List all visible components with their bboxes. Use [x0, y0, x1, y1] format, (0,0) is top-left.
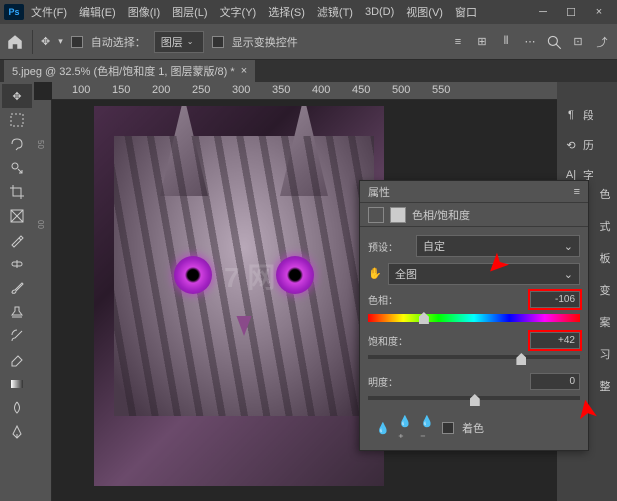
menu-select[interactable]: 选择(S)	[263, 4, 310, 20]
right-strip: 色 式 板 变 案 习 整	[593, 82, 617, 501]
eraser-tool[interactable]	[2, 348, 32, 372]
menu-image[interactable]: 图像(I)	[123, 4, 165, 20]
menu-bar: Ps 文件(F) 编辑(E) 图像(I) 图层(L) 文字(Y) 选择(S) 滤…	[0, 0, 617, 24]
saturation-label: 饱和度：	[368, 333, 410, 348]
canvas-image[interactable]: 7 网	[94, 106, 384, 486]
crop-tool[interactable]	[2, 180, 32, 204]
share-icon[interactable]: ⤴	[593, 33, 611, 51]
pen-tool[interactable]	[2, 420, 32, 444]
saturation-slider[interactable]	[368, 355, 580, 365]
strip-item[interactable]: 案	[600, 310, 611, 334]
menu-edit[interactable]: 编辑(E)	[74, 4, 121, 20]
options-bar: ✥ ▾ 自动选择： 图层⌄ 显示变换控件 ≡ ⊞ ⫴ ⋯ ⊡ ⤴	[0, 24, 617, 60]
adjustment-header: 色相/饱和度	[360, 203, 588, 227]
preset-label: 预设：	[368, 239, 410, 254]
watermark: 7 网	[224, 256, 275, 296]
mask-icon	[390, 207, 406, 223]
frame-tool[interactable]	[2, 204, 32, 228]
lightness-input[interactable]: 0	[530, 373, 580, 390]
brush-tool[interactable]	[2, 276, 32, 300]
stamp-tool[interactable]	[2, 300, 32, 324]
move-tool[interactable]: ✥	[2, 84, 32, 108]
move-tool-icon: ✥	[41, 35, 50, 48]
align-icon[interactable]: ≡	[449, 33, 467, 51]
properties-panel: 属性 ≡ 色相/饱和度 预设： 自定⌄ ✋ 全图⌄ 色相： -106 饱和度：	[359, 180, 589, 451]
colorize-label: 着色	[462, 420, 484, 436]
minimize-button[interactable]: ─	[533, 4, 553, 20]
blur-tool[interactable]	[2, 396, 32, 420]
search-icon[interactable]	[545, 33, 563, 51]
arrange-icon[interactable]: ⊞	[473, 33, 491, 51]
lasso-tool[interactable]	[2, 132, 32, 156]
lightness-slider[interactable]	[368, 396, 580, 406]
adjustment-name: 色相/饱和度	[412, 207, 470, 223]
hand-icon[interactable]: ✋	[368, 267, 382, 281]
healing-tool[interactable]	[2, 252, 32, 276]
marquee-tool[interactable]	[2, 108, 32, 132]
ruler-vertical: 50 00	[34, 100, 52, 501]
toolbox: ✥	[0, 82, 34, 501]
strip-item[interactable]: 色	[600, 182, 611, 206]
strip-item[interactable]: 变	[600, 278, 611, 302]
menu-filter[interactable]: 滤镜(T)	[312, 4, 358, 20]
strip-item[interactable]: 整	[600, 374, 611, 398]
maximize-button[interactable]: ☐	[561, 4, 581, 20]
hue-slider[interactable]	[368, 314, 580, 324]
hue-label: 色相：	[368, 292, 410, 307]
menu-window[interactable]: 窗口	[450, 4, 482, 20]
auto-select-checkbox[interactable]	[71, 36, 83, 48]
lightness-label: 明度：	[368, 374, 410, 389]
tab-close-icon[interactable]: ×	[241, 65, 247, 77]
menu-layer[interactable]: 图层(L)	[167, 4, 212, 20]
strip-item[interactable]: 板	[600, 246, 611, 270]
distribute-icon[interactable]: ⫴	[497, 33, 515, 51]
strip-item[interactable]: 习	[600, 342, 611, 366]
ps-logo: Ps	[4, 4, 24, 20]
more-icon[interactable]: ⋯	[521, 33, 539, 51]
hue-input[interactable]: -106	[530, 291, 580, 308]
history-icon: ⟲	[563, 137, 579, 153]
menu-type[interactable]: 文字(Y)	[215, 4, 262, 20]
strip-item[interactable]: 式	[600, 214, 611, 238]
document-tabs: 5.jpeg @ 32.5% (色相/饱和度 1, 图层蒙版/8) * ×	[0, 60, 617, 82]
tab-title: 5.jpeg @ 32.5% (色相/饱和度 1, 图层蒙版/8) *	[12, 63, 235, 79]
eyedropper-add-icon[interactable]: 💧₊	[398, 421, 412, 435]
layer-dropdown[interactable]: 图层⌄	[154, 31, 204, 53]
home-icon[interactable]	[6, 33, 24, 51]
eyedropper-icon[interactable]: 💧	[376, 421, 390, 435]
quick-select-tool[interactable]	[2, 156, 32, 180]
paragraph-icon: ¶	[563, 107, 579, 123]
ruler-horizontal: 100 150 200 250 300 350 400 450 500 550	[52, 82, 557, 100]
colorize-checkbox[interactable]	[442, 422, 454, 434]
document-tab[interactable]: 5.jpeg @ 32.5% (色相/饱和度 1, 图层蒙版/8) * ×	[4, 60, 255, 82]
show-transform-checkbox[interactable]	[212, 36, 224, 48]
adjustment-icon	[368, 207, 384, 223]
saturation-input[interactable]: +42	[530, 332, 580, 349]
eyedropper-sub-icon[interactable]: 💧₋	[420, 421, 434, 435]
workspace-icon[interactable]: ⊡	[569, 33, 587, 51]
show-transform-label: 显示变换控件	[232, 34, 298, 50]
auto-select-label: 自动选择：	[91, 34, 146, 50]
eyedropper-tool[interactable]	[2, 228, 32, 252]
close-button[interactable]: ×	[589, 4, 609, 20]
menu-3d[interactable]: 3D(D)	[360, 6, 399, 18]
menu-file[interactable]: 文件(F)	[26, 4, 72, 20]
panel-menu-icon[interactable]: ≡	[574, 186, 580, 198]
menu-view[interactable]: 视图(V)	[401, 4, 448, 20]
gradient-tool[interactable]	[2, 372, 32, 396]
properties-title[interactable]: 属性 ≡	[360, 181, 588, 203]
history-brush-tool[interactable]	[2, 324, 32, 348]
